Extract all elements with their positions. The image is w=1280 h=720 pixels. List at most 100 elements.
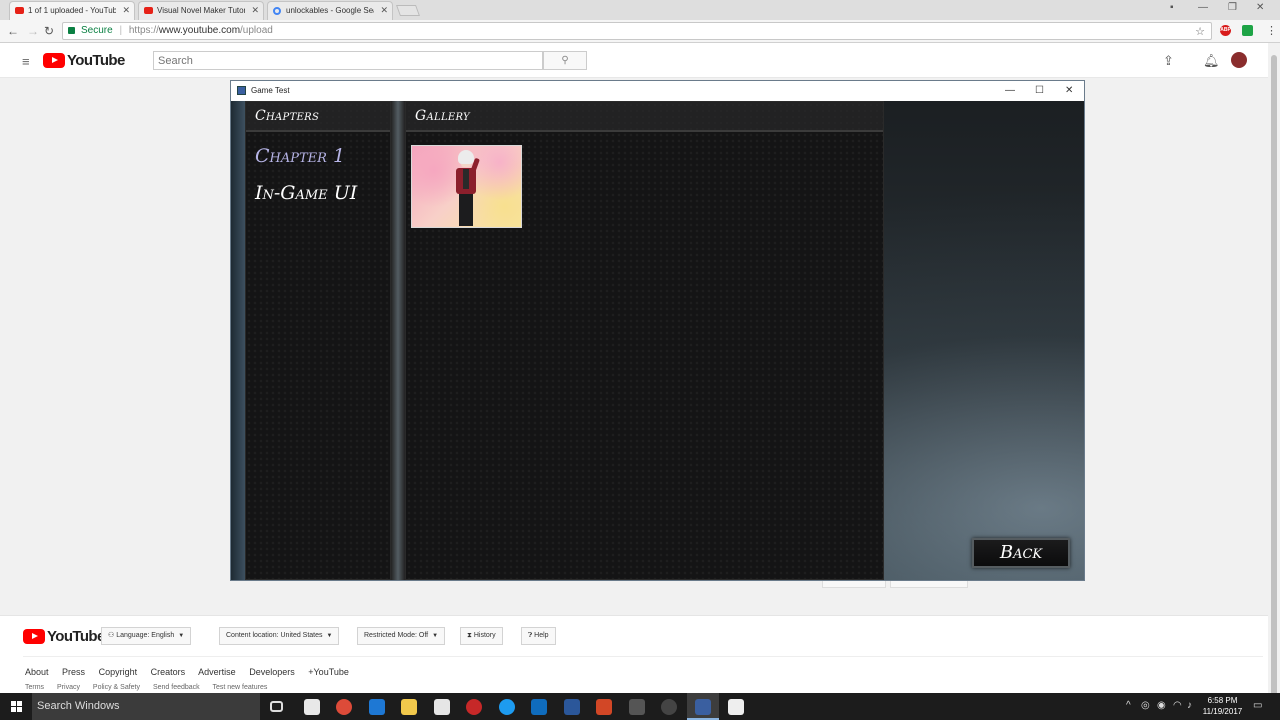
- windows-start-icon[interactable]: [0, 693, 32, 720]
- active-game-test-task[interactable]: [687, 693, 719, 720]
- recorder-icon[interactable]: [466, 699, 482, 715]
- page-scrollbar[interactable]: [1268, 43, 1280, 705]
- close-icon[interactable]: ✕: [251, 5, 259, 16]
- notifications-bell-icon[interactable]: 🔔︎: [1203, 53, 1220, 69]
- taskbar-search-text: Search Windows: [37, 700, 120, 712]
- powerpoint-icon[interactable]: [596, 699, 612, 715]
- outlook-icon[interactable]: [531, 699, 547, 715]
- scrollbar-thumb[interactable]: [1271, 55, 1277, 705]
- adblock-extension-icon[interactable]: ABP: [1220, 25, 1231, 36]
- taskbar-clock[interactable]: 6:58 PM 11/19/2017: [1195, 695, 1250, 717]
- minimize-icon[interactable]: —: [1198, 2, 1208, 13]
- footer-link-about[interactable]: About: [25, 667, 49, 677]
- pen-app-icon[interactable]: [629, 699, 645, 715]
- language-button[interactable]: ⚇ Language: English ▼: [101, 627, 192, 645]
- gallery-header: Gallery: [406, 102, 883, 132]
- tab-visual-novel[interactable]: Visual Novel Maker Tutorial ✕: [138, 1, 264, 20]
- clapperboard-icon[interactable]: [728, 699, 744, 715]
- word-icon[interactable]: [564, 699, 580, 715]
- back-button[interactable]: Back: [972, 538, 1070, 568]
- history-button[interactable]: ⧗ History: [460, 627, 503, 645]
- url-field[interactable]: Secure | https://www.youtube.com/upload …: [62, 22, 1212, 40]
- chapter-item-chapter-1[interactable]: Chapter 1: [255, 145, 345, 167]
- task-view-icon[interactable]: [270, 701, 283, 712]
- restore-icon[interactable]: ❐: [1228, 2, 1237, 13]
- file-explorer-icon[interactable]: [401, 699, 417, 715]
- close-icon[interactable]: ✕: [1065, 81, 1073, 101]
- tab-label: unlockables - Google Search: [286, 6, 374, 15]
- action-center-icon[interactable]: ▭: [1253, 700, 1262, 711]
- secure-label: Secure: [81, 25, 113, 36]
- search-button[interactable]: ⚲: [543, 51, 587, 70]
- browser-tab-bar: 1 of 1 uploaded - YouTube ✕ Visual Novel…: [0, 0, 1280, 20]
- footer-divider: [23, 656, 1263, 657]
- footer-sublinks: Terms Privacy Policy & Safety Send feedb…: [25, 684, 278, 691]
- chapters-title: Chapters: [255, 108, 320, 124]
- new-tab-button[interactable]: [395, 5, 421, 16]
- search-icon: ⚲: [561, 55, 569, 66]
- chapter-item-in-game-ui[interactable]: In-Game UI: [255, 182, 357, 204]
- footer-link-privacy[interactable]: Privacy: [57, 684, 80, 691]
- notes-app-icon[interactable]: [304, 699, 320, 715]
- restricted-mode-label: Restricted Mode:: [364, 632, 417, 639]
- url-scheme: https://: [128, 25, 159, 36]
- profile-icon[interactable]: ▪: [1170, 2, 1174, 13]
- footer-link-terms[interactable]: Terms: [25, 684, 44, 691]
- gallery-title: Gallery: [415, 108, 470, 124]
- youtube-logo[interactable]: YouTube: [43, 52, 125, 69]
- search-input[interactable]: [153, 51, 543, 70]
- bookmark-star-icon[interactable]: ☆: [1195, 24, 1205, 40]
- refresh-app-icon[interactable]: [499, 699, 515, 715]
- close-window-icon[interactable]: ✕: [1256, 2, 1264, 13]
- url-host: www.youtube.com: [158, 25, 241, 36]
- footer-link-developers[interactable]: Developers: [249, 667, 295, 677]
- taskbar-search-box[interactable]: Search Windows: [32, 693, 260, 720]
- forward-arrow-icon[interactable]: →: [27, 24, 39, 38]
- close-icon[interactable]: ✕: [122, 5, 130, 16]
- maximize-icon[interactable]: ☐: [1035, 81, 1044, 101]
- chrome-menu-icon[interactable]: ⋮: [1266, 24, 1277, 37]
- tab-google-search[interactable]: unlockables - Google Search ✕: [267, 1, 393, 20]
- wifi-icon[interactable]: ◠: [1173, 700, 1182, 711]
- close-icon[interactable]: ✕: [380, 5, 388, 16]
- upload-icon[interactable]: ⇪: [1163, 53, 1174, 69]
- help-button[interactable]: ❓︎ Help: [521, 627, 556, 645]
- tab-youtube-upload[interactable]: 1 of 1 uploaded - YouTube ✕: [9, 1, 135, 20]
- volume-icon[interactable]: ♪: [1187, 700, 1192, 711]
- google-favicon-icon: [273, 7, 281, 15]
- minimize-icon[interactable]: —: [1005, 81, 1015, 101]
- chapters-panel: Chapters Chapter 1 In-Game UI: [245, 101, 391, 580]
- address-bar: ← → ↻ Secure | https://www.youtube.com/u…: [0, 20, 1280, 43]
- youtube-play-icon: [43, 53, 65, 68]
- url-text: https://www.youtube.com/upload: [129, 25, 273, 36]
- game-test-window: Game Test — ☐ ✕ Chapters Chapter 1 In-Ga…: [230, 80, 1085, 581]
- footer-link-creators[interactable]: Creators: [151, 667, 186, 677]
- edge-icon[interactable]: [369, 699, 385, 715]
- tray-sync-icon[interactable]: ◉: [1157, 700, 1166, 711]
- content-location-button[interactable]: Content location: United States ▼: [219, 627, 340, 645]
- footer-youtube-logo[interactable]: YouTube: [23, 628, 105, 645]
- footer-link-send-feedback[interactable]: Send feedback: [153, 684, 200, 691]
- youtube-logo-text: YouTube: [67, 52, 125, 69]
- reload-icon[interactable]: ↻: [44, 24, 54, 38]
- footer-link-advertise[interactable]: Advertise: [198, 667, 236, 677]
- history-label: History: [473, 632, 496, 639]
- store-icon[interactable]: [434, 699, 450, 715]
- hamburger-menu-icon[interactable]: ≡: [22, 54, 30, 69]
- gallery-thumbnail[interactable]: [411, 145, 522, 228]
- footer-link-press[interactable]: Press: [62, 667, 85, 677]
- youtube-header: ≡ YouTube ⚲ ⇪ 🔔︎: [0, 43, 1268, 78]
- tray-app-icon[interactable]: ◎: [1141, 700, 1150, 711]
- character-image: [452, 148, 482, 227]
- back-arrow-icon[interactable]: ←: [7, 24, 19, 38]
- restricted-mode-button[interactable]: Restricted Mode: Off ▼: [357, 627, 446, 645]
- footer-link-policy-safety[interactable]: Policy & Safety: [93, 684, 140, 691]
- obs-icon[interactable]: [661, 699, 677, 715]
- footer-link-youtube-plus[interactable]: +YouTube: [308, 667, 349, 677]
- tray-chevron-up-icon[interactable]: ^: [1126, 700, 1131, 711]
- green-extension-icon[interactable]: [1242, 25, 1253, 36]
- avatar[interactable]: [1231, 52, 1247, 68]
- footer-link-copyright[interactable]: Copyright: [99, 667, 138, 677]
- chrome-icon[interactable]: [336, 699, 352, 715]
- footer-link-test-features[interactable]: Test new features: [212, 684, 267, 691]
